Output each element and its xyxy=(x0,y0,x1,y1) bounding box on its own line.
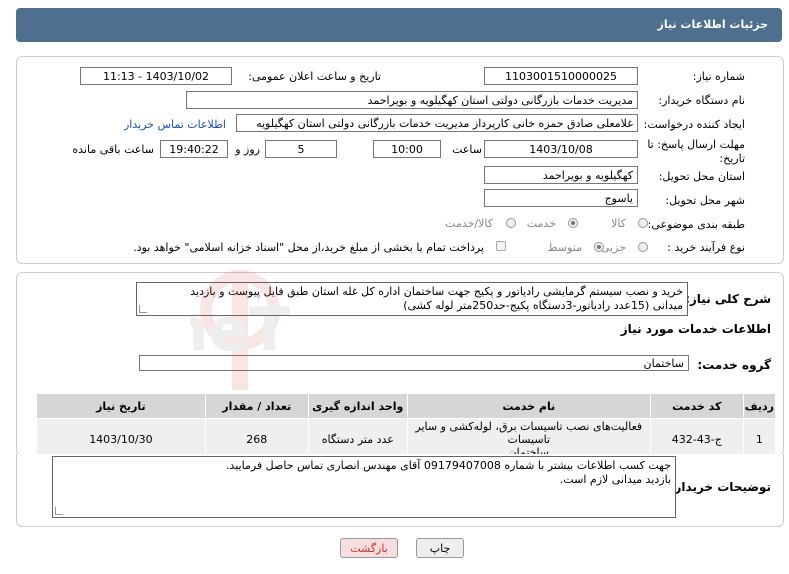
category-radio-service[interactable] xyxy=(568,218,578,228)
description-label: شرح کلی نیاز: xyxy=(685,292,771,306)
deadline-label-line2: تاریخ: xyxy=(719,152,745,165)
process-radio-minor[interactable] xyxy=(638,242,648,252)
city-field[interactable]: یاسوج xyxy=(484,189,638,207)
deadline-time-field[interactable]: 10:00 xyxy=(373,140,441,158)
category-radio-goods-service[interactable] xyxy=(506,218,516,228)
buyer-contact-link[interactable]: اطلاعات تماس خریدار xyxy=(124,118,226,131)
services-section-title: اطلاعات خدمات مورد نیاز xyxy=(620,322,771,336)
watermark-text: AriaTender.neT xyxy=(190,295,290,365)
buyer-notes-textarea[interactable]: جهت کسب اطلاعات بیشتر با شماره 091794070… xyxy=(52,456,676,518)
announce-label: تاریخ و ساعت اعلان عمومی: xyxy=(248,70,381,83)
need-number-field[interactable]: 1103001510000025 xyxy=(484,67,638,85)
col-code: کد خدمت xyxy=(649,393,744,419)
back-button[interactable]: بازگشت xyxy=(340,538,398,558)
ariatender-watermark-logo: AriaTender.neT xyxy=(190,270,290,390)
buyer-org-field[interactable]: مدیریت خدمات بازرگانی دولتی استان کهگیلو… xyxy=(186,91,638,109)
services-table: ردیف کد خدمت نام خدمت واحد اندازه گیری ت… xyxy=(36,393,777,461)
buyer-org-label: نام دستگاه خریدار: xyxy=(658,94,745,107)
creator-label: ایجاد کننده درخواست: xyxy=(643,118,745,131)
resize-grip-icon[interactable] xyxy=(139,305,147,313)
announce-field[interactable]: 1403/10/02 - 11:13 xyxy=(80,67,232,85)
category-option-goods: کالا xyxy=(611,217,626,230)
days-label: روز و xyxy=(235,143,260,156)
deadline-date-field[interactable]: 1403/10/08 xyxy=(484,140,638,158)
city-label: شهر محل تحویل: xyxy=(665,194,745,207)
remaining-time-field[interactable]: 19:40:22 xyxy=(160,140,228,158)
info-panel xyxy=(16,56,784,264)
process-label: نوع فرآیند خرید : xyxy=(667,241,745,254)
province-field[interactable]: کهگیلویه و بویراحمد xyxy=(484,166,638,184)
service-group-label: گروه خدمت: xyxy=(697,358,771,372)
deadline-time-label: ساعت xyxy=(452,143,482,156)
buyer-notes-label: توضیحات خریدار: xyxy=(669,480,771,494)
print-button[interactable]: چاپ xyxy=(416,538,464,558)
category-option-service: خدمت xyxy=(526,217,556,230)
row-name-line-1: فعالیت‌های نصب تاسیسات برق، لوله‌کشی و س… xyxy=(415,420,643,446)
col-index: ردیف xyxy=(742,393,777,419)
category-radio-goods[interactable] xyxy=(638,218,648,228)
creator-field[interactable]: غلامعلی صادق حمزه خانی کارپرداز مدیریت خ… xyxy=(236,114,638,132)
col-date: تاریخ نیاز xyxy=(36,393,206,419)
need-number-label: شماره نیاز: xyxy=(692,70,745,83)
page-title: جزئیات اطلاعات نیاز xyxy=(657,18,769,31)
category-option-goods-service: کالا/خدمت xyxy=(445,217,493,230)
deadline-label-line1: مهلت ارسال پاسخ: تا xyxy=(647,138,745,151)
province-label: استان محل تحویل: xyxy=(658,170,745,183)
remaining-label: ساعت باقی مانده xyxy=(72,143,154,156)
buyer-notes-line-1: جهت کسب اطلاعات بیشتر با شماره 091794070… xyxy=(225,459,671,472)
need-details-page: جزئیات اطلاعات نیاز شماره نیاز: 11030015… xyxy=(0,0,789,574)
category-label: طبقه بندی موضوعی: xyxy=(647,218,745,231)
days-field[interactable]: 5 xyxy=(265,140,337,158)
resize-grip-icon[interactable] xyxy=(55,507,63,515)
buyer-notes-line-2: بازدید میدانی لازم است. xyxy=(559,473,671,486)
header-bar: جزئیات اطلاعات نیاز xyxy=(16,8,782,42)
